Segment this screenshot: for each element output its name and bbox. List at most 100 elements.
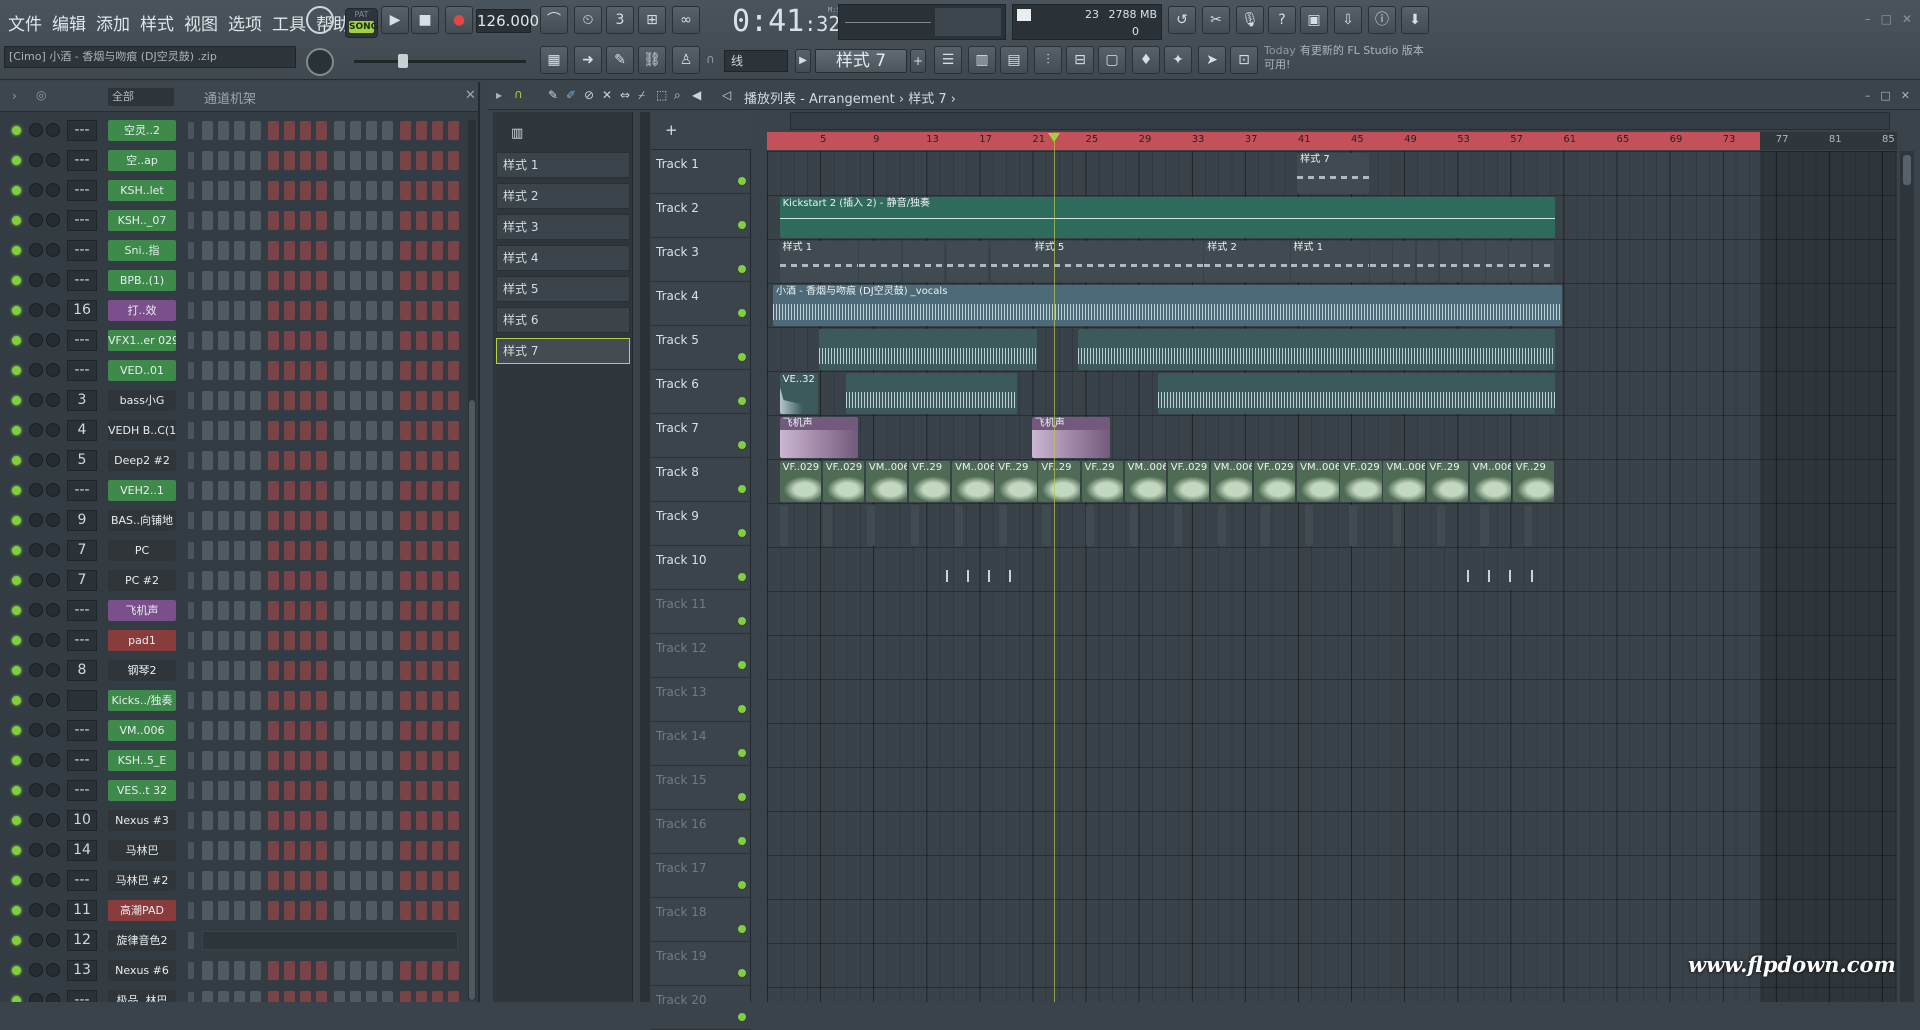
step-button[interactable]: [300, 181, 311, 200]
audio-clip[interactable]: VM..006: [1383, 461, 1425, 502]
step-button[interactable]: [202, 241, 213, 260]
audio-clip[interactable]: [1009, 549, 1015, 590]
step-button[interactable]: [400, 991, 411, 1002]
step-button[interactable]: [432, 781, 443, 800]
channel-name-button[interactable]: VFX1..er 029: [108, 330, 176, 351]
channel-row[interactable]: --- KSH..5_E: [0, 746, 470, 776]
step-button[interactable]: [432, 661, 443, 680]
step-button[interactable]: [400, 631, 411, 650]
step-button[interactable]: [350, 781, 361, 800]
channel-row[interactable]: --- pad1: [0, 626, 470, 656]
playlist-vertical-scrollbar[interactable]: [1900, 151, 1914, 1002]
step-button[interactable]: [448, 301, 459, 320]
step-button[interactable]: [300, 631, 311, 650]
step-button[interactable]: [350, 991, 361, 1002]
undo-button[interactable]: ↺: [1168, 6, 1196, 34]
step-button[interactable]: [234, 211, 245, 230]
step-button[interactable]: [316, 181, 327, 200]
step-button[interactable]: [382, 301, 393, 320]
step-button[interactable]: [316, 541, 327, 560]
step-button[interactable]: [416, 391, 427, 410]
channel-select[interactable]: [188, 122, 194, 139]
step-button[interactable]: [284, 451, 295, 470]
step-button[interactable]: [234, 151, 245, 170]
channel-pan-knob[interactable]: [29, 123, 43, 137]
step-button[interactable]: [234, 331, 245, 350]
channel-row[interactable]: 7 PC #2: [0, 566, 470, 596]
step-button[interactable]: [432, 361, 443, 380]
step-button[interactable]: [300, 691, 311, 710]
channel-pan-knob[interactable]: [29, 753, 43, 767]
slip-tool-icon[interactable]: ⇔: [620, 88, 630, 102]
step-button[interactable]: [400, 301, 411, 320]
step-button[interactable]: [234, 961, 245, 980]
audio-clip[interactable]: VF..029: [1167, 461, 1210, 502]
audio-clip[interactable]: [845, 373, 1018, 414]
channel-select[interactable]: [188, 962, 194, 979]
step-button[interactable]: [432, 871, 443, 890]
channel-mixer-track[interactable]: 3: [67, 390, 97, 411]
step-button[interactable]: [416, 481, 427, 500]
channel-select[interactable]: [188, 692, 194, 709]
step-button[interactable]: [234, 121, 245, 140]
pattern-clip[interactable]: 样式 1: [779, 241, 859, 282]
step-button[interactable]: [448, 961, 459, 980]
channel-mute-led[interactable]: [12, 726, 21, 735]
step-button[interactable]: [268, 961, 279, 980]
channel-select[interactable]: [188, 662, 194, 679]
step-button[interactable]: [202, 751, 213, 770]
step-button[interactable]: [432, 991, 443, 1002]
channel-name-button[interactable]: VEH2..1: [108, 480, 176, 501]
step-button[interactable]: [218, 601, 229, 620]
step-button[interactable]: [316, 871, 327, 890]
picker-scrollbar[interactable]: [640, 112, 650, 1002]
mixer-button[interactable]: ⫶: [1034, 46, 1062, 74]
step-button[interactable]: [366, 241, 377, 260]
channel-mute-led[interactable]: [12, 276, 21, 285]
step-button[interactable]: [218, 811, 229, 830]
track-header[interactable]: Track 3: [651, 238, 751, 282]
step-button[interactable]: [316, 721, 327, 740]
arrangement-grid[interactable]: 样式 7 Kickstart 2 (插入 2) - 静音/独奏 样式 1 样式 5 样式…: [767, 151, 1897, 1002]
track-header[interactable]: Track 9: [651, 502, 751, 546]
step-button[interactable]: [202, 601, 213, 620]
step-button[interactable]: [432, 241, 443, 260]
track-header[interactable]: Track 7: [651, 414, 751, 458]
pattern-clip[interactable]: [903, 241, 945, 282]
step-button[interactable]: [218, 841, 229, 860]
pattern-clip[interactable]: [1392, 505, 1401, 546]
audio-clip[interactable]: VM..006: [1469, 461, 1512, 502]
channel-mute-led[interactable]: [12, 246, 21, 255]
channel-pan-knob[interactable]: [29, 243, 43, 257]
step-button[interactable]: [316, 421, 327, 440]
step-button[interactable]: [350, 391, 361, 410]
audio-clip[interactable]: [1488, 549, 1494, 590]
step-button[interactable]: [334, 841, 345, 860]
channel-mixer-track[interactable]: ---: [67, 780, 97, 801]
delete-tool-icon[interactable]: ⊘: [584, 88, 594, 102]
pattern-clip[interactable]: [998, 505, 1007, 546]
pattern-clip[interactable]: [1042, 505, 1051, 546]
pattern-picker-item[interactable]: 样式 4: [496, 245, 630, 271]
step-button[interactable]: [218, 661, 229, 680]
channel-select[interactable]: [188, 572, 194, 589]
audio-clip[interactable]: VF..029: [1254, 461, 1296, 502]
step-button[interactable]: [350, 331, 361, 350]
channel-row[interactable]: 4 VEDH B..C(1): [0, 416, 470, 446]
step-button[interactable]: [268, 271, 279, 290]
channel-mixer-track[interactable]: 13: [67, 960, 97, 981]
step-button[interactable]: [316, 601, 327, 620]
channel-select[interactable]: [188, 602, 194, 619]
pattern-clip[interactable]: [1439, 241, 1462, 282]
pattern-prev-button[interactable]: ▶: [795, 49, 811, 73]
channel-mute-led[interactable]: [12, 156, 21, 165]
step-button[interactable]: [202, 331, 213, 350]
step-button[interactable]: [366, 481, 377, 500]
step-button[interactable]: [334, 151, 345, 170]
step-button[interactable]: [366, 211, 377, 230]
step-button[interactable]: [250, 751, 261, 770]
step-button[interactable]: [334, 361, 345, 380]
audio-clip[interactable]: VM..006: [1297, 461, 1339, 502]
audio-clip[interactable]: VF..29: [1081, 461, 1123, 502]
track-mute-led[interactable]: [738, 881, 746, 889]
